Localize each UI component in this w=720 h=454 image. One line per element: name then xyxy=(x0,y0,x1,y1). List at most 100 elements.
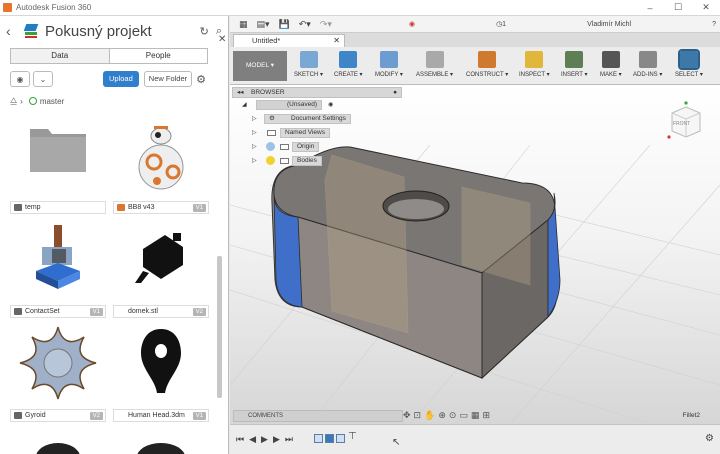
version-badge: V1 xyxy=(192,204,206,212)
close-panel-icon[interactable]: ✕ xyxy=(218,34,226,45)
file-tile-bb8[interactable]: BB8 v43 V1 xyxy=(113,115,209,214)
refresh-icon[interactable]: ↻ xyxy=(200,25,209,38)
expand-triangle-icon[interactable]: ▷ xyxy=(252,129,257,136)
browser-item-label: Origin xyxy=(292,142,320,152)
add-ins-icon xyxy=(638,51,657,68)
user-menu[interactable]: Vladimír Michl xyxy=(587,21,631,28)
job-status-icon[interactable]: ◷1 xyxy=(496,20,506,28)
browser-menu-icon[interactable]: ● xyxy=(393,88,397,98)
close-tab-icon[interactable]: ✕ xyxy=(333,35,340,47)
hub-icon[interactable]: ⧋ xyxy=(10,96,17,106)
version-badge: V2 xyxy=(192,308,206,316)
expand-triangle-icon[interactable]: ▷ xyxy=(252,143,257,150)
timeline-feature[interactable] xyxy=(325,434,334,443)
folder-thumbnail xyxy=(10,115,106,195)
fit-icon[interactable]: ⊙ xyxy=(449,410,460,420)
file-tile-temp[interactable]: temp xyxy=(10,115,106,214)
timeline-feature[interactable] xyxy=(336,434,345,443)
timeline-features xyxy=(314,434,347,443)
close-window-button[interactable]: ✕ xyxy=(692,2,720,13)
expand-triangle-icon[interactable]: ▷ xyxy=(252,115,257,122)
pan-icon[interactable]: ✋ xyxy=(424,410,438,420)
notification-count: 1 xyxy=(502,21,507,28)
visibility-bulb-icon[interactable] xyxy=(266,156,275,165)
grid-menu-icon[interactable]: ▦ xyxy=(239,19,248,30)
look-at-icon[interactable]: ⊡ xyxy=(414,410,425,420)
activate-radio-icon[interactable]: ◉ xyxy=(328,101,333,108)
window-title: Autodesk Fusion 360 xyxy=(16,3,92,12)
viewports-icon[interactable]: ⊞ xyxy=(482,410,493,420)
browser-item-label: Document Settings xyxy=(291,115,346,122)
browser-root-row[interactable]: ◢ (Unsaved) ◉ xyxy=(232,98,402,112)
insert-menu[interactable]: INSERT ▾ xyxy=(561,51,587,78)
select-menu[interactable]: SELECT ▾ xyxy=(675,49,703,78)
workspace-switcher[interactable]: MODEL ▾ xyxy=(233,51,287,81)
data-panel-header: ‹ Pokusný projekt ↻ ⌕ xyxy=(0,16,228,46)
gear-icon[interactable]: ⚙ xyxy=(196,73,206,86)
data-panel-scrollbar[interactable] xyxy=(217,256,222,398)
display-settings-icon[interactable]: ▭ xyxy=(459,410,471,420)
construct-menu[interactable]: CONSTRUCT ▾ xyxy=(466,51,508,78)
view-mode-eye-icon[interactable]: ◉ xyxy=(10,71,30,87)
add-ins-menu[interactable]: ADD-INS ▾ xyxy=(633,51,662,78)
viewcube[interactable]: FRONT xyxy=(662,99,706,145)
timeline-feature[interactable] xyxy=(314,434,323,443)
zoom-icon[interactable]: ⊕ xyxy=(438,410,449,420)
orbit-icon[interactable]: ✥ xyxy=(403,410,414,420)
canvas-viewport[interactable]: ◂◂ BROWSER ● ◢ (Unsaved) ◉ ▷ ⚙ Document S… xyxy=(230,85,720,424)
active-feature-label: Fillet2 xyxy=(682,412,700,419)
save-icon[interactable]: 💾 xyxy=(279,19,290,30)
redo-icon[interactable]: ↷▾ xyxy=(320,19,332,30)
timeline-marker-icon[interactable]: ⊤ xyxy=(348,431,357,442)
root-component[interactable]: (Unsaved) xyxy=(256,100,322,110)
document-tab[interactable]: Untitled* ✕ xyxy=(233,34,345,47)
modify-icon xyxy=(379,51,398,68)
grid-settings-icon[interactable]: ▦ xyxy=(471,410,483,420)
design-icon xyxy=(117,204,125,211)
file-menu-icon[interactable]: ▤▾ xyxy=(257,19,270,30)
inspect-icon xyxy=(525,51,544,68)
comments-panel[interactable]: COMMENTS xyxy=(233,410,403,422)
expand-triangle-icon[interactable]: ▷ xyxy=(252,157,257,164)
file-tile-human-head[interactable]: Human Head.3dm V1 xyxy=(113,323,209,422)
branch-name[interactable]: master xyxy=(40,97,64,106)
browser-item-bodies[interactable]: ▷ Bodies xyxy=(232,154,402,168)
sketch-menu[interactable]: SKETCH ▾ xyxy=(294,51,323,78)
back-arrow-icon[interactable]: ‹ xyxy=(6,23,18,39)
timeline-controls[interactable]: ⏮◀▶▶⏭ xyxy=(236,434,298,445)
design-icon xyxy=(14,308,22,315)
visibility-bulb-icon[interactable] xyxy=(266,142,275,151)
file-tile-contactset[interactable]: ContactSet V1 xyxy=(10,219,106,318)
record-icon[interactable]: ◉ xyxy=(409,20,415,28)
create-menu[interactable]: CREATE ▾ xyxy=(334,51,363,78)
create-icon xyxy=(339,51,358,68)
browser-item-named-views[interactable]: ▷ Named Views xyxy=(232,126,402,140)
collapse-browser-icon[interactable]: ◂◂ xyxy=(237,88,244,98)
file-tile-partial[interactable] xyxy=(113,427,209,454)
browser-item-document-settings[interactable]: ▷ ⚙ Document Settings xyxy=(232,112,402,126)
file-tile-gyroid[interactable]: Gyroid V2 xyxy=(10,323,106,422)
browser-item-origin[interactable]: ▷ Origin xyxy=(232,140,402,154)
file-tile-partial[interactable] xyxy=(10,427,106,454)
help-icon[interactable]: ? xyxy=(712,21,716,28)
maximize-button[interactable]: ☐ xyxy=(664,2,692,13)
gear-icon[interactable]: ⚙ xyxy=(705,433,714,444)
inspect-menu[interactable]: INSPECT ▾ xyxy=(519,51,550,78)
upload-button[interactable]: Upload xyxy=(103,71,139,87)
expand-triangle-icon[interactable]: ◢ xyxy=(242,101,247,108)
browser-title: BROWSER xyxy=(251,89,285,96)
new-folder-button[interactable]: New Folder xyxy=(143,71,193,87)
contactset-thumbnail xyxy=(10,219,106,299)
browser-header[interactable]: ◂◂ BROWSER ● xyxy=(232,87,402,98)
chevron-down-icon[interactable]: ⌄ xyxy=(33,71,53,87)
minimize-button[interactable]: – xyxy=(636,3,664,13)
file-name: Human Head.3dm xyxy=(128,412,185,419)
file-tile-domek[interactable]: domek.stl V2 xyxy=(113,219,209,318)
assemble-menu[interactable]: ASSEMBLE ▾ xyxy=(416,51,453,78)
undo-icon[interactable]: ↶▾ xyxy=(299,19,311,30)
tab-data[interactable]: Data xyxy=(11,49,110,63)
modify-menu[interactable]: MODIFY ▾ xyxy=(375,51,403,78)
folder-icon xyxy=(267,130,276,136)
make-menu[interactable]: MAKE ▾ xyxy=(600,51,622,78)
tab-people[interactable]: People xyxy=(110,49,208,63)
